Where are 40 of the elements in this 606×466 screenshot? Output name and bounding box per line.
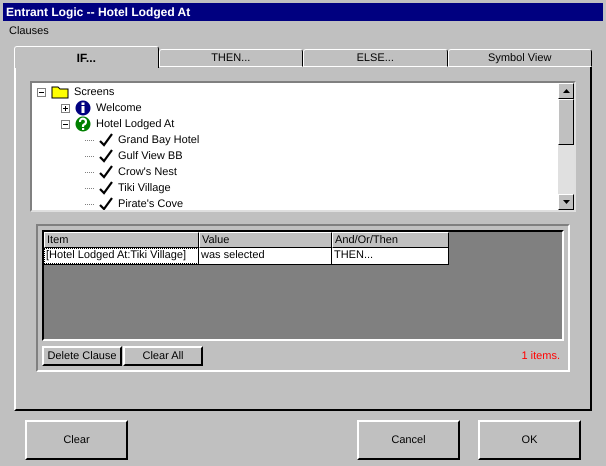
- expand-toggle[interactable]: [61, 104, 70, 112]
- column-header[interactable]: Item: [44, 232, 199, 248]
- collapse-toggle[interactable]: [61, 120, 70, 128]
- checkmark-icon: [99, 133, 113, 147]
- column-header[interactable]: And/Or/Then: [332, 232, 449, 248]
- column-header[interactable]: Value: [199, 232, 332, 248]
- tab[interactable]: ELSE...: [303, 49, 448, 67]
- tree-item[interactable]: Crow's Nest: [117, 164, 178, 180]
- scrollbar[interactable]: [558, 83, 574, 210]
- folder-icon: [51, 85, 69, 99]
- dialog-button[interactable]: Cancel: [357, 420, 460, 460]
- tree-item[interactable]: Welcome: [95, 100, 143, 116]
- checkmark-icon: [99, 197, 113, 210]
- item-count: 1 items.: [521, 348, 560, 364]
- dialog-button[interactable]: OK: [478, 420, 581, 460]
- tab[interactable]: IF...: [14, 46, 158, 68]
- tab[interactable]: THEN...: [158, 49, 303, 67]
- tree-item[interactable]: Hotel Lodged At: [95, 116, 176, 132]
- tree-item[interactable]: Grand Bay Hotel: [117, 132, 200, 148]
- checkmark-icon: [99, 181, 113, 195]
- tree-item[interactable]: Tiki Village: [117, 180, 172, 196]
- window-title: Entrant Logic -- Hotel Lodged At: [6, 4, 190, 21]
- table-cell[interactable]: [Hotel Lodged At:Tiki Village]: [44, 248, 199, 264]
- checkmark-icon: [99, 149, 113, 163]
- checkmark-icon: [99, 165, 113, 179]
- down-arrow-icon[interactable]: [562, 200, 570, 204]
- tab[interactable]: Symbol View: [448, 49, 592, 67]
- tree-item[interactable]: Gulf View BB: [117, 148, 184, 164]
- table-cell[interactable]: was selected: [199, 248, 332, 264]
- dialog-button[interactable]: Clear All: [123, 346, 203, 366]
- tree-item[interactable]: Pirate's Cove: [117, 196, 184, 210]
- question-icon: [75, 116, 91, 132]
- up-arrow-icon[interactable]: [562, 89, 570, 93]
- tree-item[interactable]: Screens: [73, 84, 116, 100]
- table-cell[interactable]: THEN...: [332, 248, 449, 264]
- dialog-button[interactable]: Delete Clause: [42, 346, 122, 366]
- menu-item[interactable]: Clauses: [9, 22, 49, 40]
- collapse-toggle[interactable]: [37, 88, 46, 96]
- dialog-button[interactable]: Clear: [25, 420, 128, 460]
- info-icon: [75, 100, 91, 116]
